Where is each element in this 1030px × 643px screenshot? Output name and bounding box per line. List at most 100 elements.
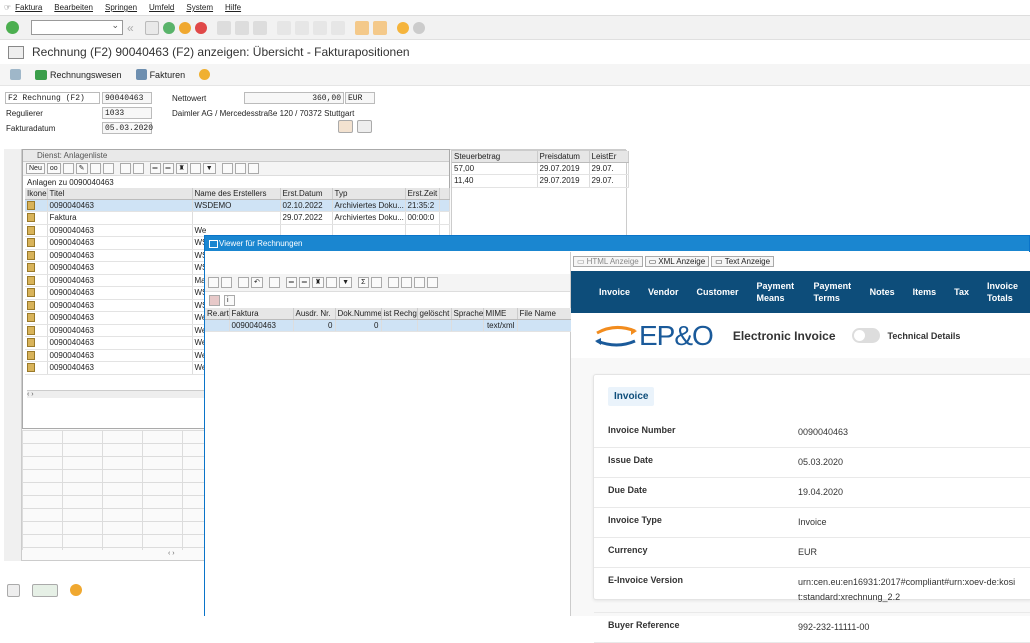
first-page-icon[interactable]	[277, 20, 291, 35]
print-icon[interactable]	[221, 163, 233, 174]
col-header[interactable]: Sprache	[451, 308, 484, 320]
tab-xml[interactable]: ▭ XML Anzeige	[644, 256, 710, 267]
delete-icon[interactable]	[238, 277, 249, 288]
nav-item[interactable]: Notes	[861, 286, 904, 298]
col-leisterst[interactable]: LeistEr	[589, 151, 629, 163]
col-header[interactable]: Re.art	[205, 308, 230, 320]
sort-asc-icon[interactable]: ═	[149, 163, 161, 174]
find-icon[interactable]: ♜	[175, 163, 188, 174]
help-icon[interactable]	[397, 21, 409, 34]
layout-icon[interactable]	[427, 277, 439, 288]
col-steuerbetrag[interactable]: Steuerbetrag	[452, 151, 538, 163]
copy-icon[interactable]	[62, 163, 74, 174]
rechnungswesen-button[interactable]: Rechnungswesen	[35, 69, 122, 80]
sap-menu-icon[interactable]: ☞	[4, 3, 11, 12]
col-erst-zeit[interactable]: Erst.Zeit	[405, 188, 440, 200]
menu-faktura[interactable]: Faktura	[15, 3, 42, 12]
col-ersteller[interactable]: Name des Erstellers	[192, 188, 281, 200]
exit-icon[interactable]	[179, 21, 191, 34]
col-header[interactable]: MIME	[483, 308, 518, 320]
cancel-icon[interactable]	[195, 21, 207, 34]
tab-text[interactable]: ▭ Text Anzeige	[711, 256, 775, 267]
nav-item[interactable]: Customer	[688, 286, 748, 298]
nav-item[interactable]: Vendor	[639, 286, 688, 298]
tab-html[interactable]: ▭ HTML Anzeige	[573, 256, 643, 267]
grid-scroll-controls[interactable]: ‹ ›	[168, 550, 204, 560]
table-row[interactable]: 57,00 29.07.2019 29.07.	[452, 162, 629, 175]
nav-item[interactable]: Tax	[945, 286, 978, 298]
col-erst-datum[interactable]: Erst.Datum	[280, 188, 333, 200]
find-icon[interactable]	[235, 20, 249, 35]
info-icon[interactable]: i	[224, 295, 235, 306]
menu-bearbeiten[interactable]: Bearbeiten	[54, 3, 93, 12]
sort-desc-icon[interactable]: ═	[162, 163, 174, 174]
col-header[interactable]: Dok.Nummer	[335, 308, 382, 320]
col-header[interactable]: File Name	[517, 308, 572, 320]
prev-page-icon[interactable]	[295, 20, 309, 35]
table-row[interactable]: 0090040463 WSDEMO 02.10.2022 Archiviertes D…	[25, 199, 450, 212]
technical-details-toggle[interactable]	[851, 328, 880, 343]
compare-icon[interactable]	[32, 584, 58, 597]
undo-icon[interactable]: ↶	[251, 277, 263, 288]
next-page-icon[interactable]	[313, 20, 327, 35]
print-icon[interactable]	[217, 20, 231, 35]
nav-item[interactable]: Payment Terms	[805, 280, 861, 304]
doctype-select[interactable]: F2 Rechnung (F2)	[5, 92, 100, 104]
col-ikone[interactable]: Ikone	[25, 188, 48, 200]
export-list-icon[interactable]	[234, 163, 246, 174]
status-coin-icon[interactable]	[70, 584, 82, 596]
partner-icon[interactable]	[338, 120, 353, 133]
col-header[interactable]: ist Rechg.	[381, 308, 418, 320]
table-row[interactable]: Faktura 29.07.2022 Archiviertes Doku... 00:…	[25, 211, 450, 225]
col-titel[interactable]: Titel	[47, 188, 193, 200]
menu-toggle-icon[interactable]	[8, 45, 24, 59]
delete-icon[interactable]	[89, 163, 101, 174]
col-header[interactable]: Faktura	[229, 308, 294, 320]
fakturen-button[interactable]: Fakturen	[135, 69, 185, 80]
display-doc-button[interactable]	[10, 69, 21, 80]
back-icon[interactable]: «	[127, 21, 141, 35]
export-icon[interactable]	[102, 163, 114, 174]
preview-icon[interactable]	[401, 277, 413, 288]
report-icon[interactable]	[7, 584, 20, 597]
details-icon[interactable]	[132, 163, 144, 174]
enter-icon[interactable]	[6, 21, 19, 34]
nav-item[interactable]: Invoice	[571, 286, 639, 298]
find-next-icon[interactable]	[326, 277, 338, 288]
chart-icon[interactable]	[209, 295, 220, 306]
col-typ[interactable]: Typ	[332, 188, 406, 200]
details-icon[interactable]	[268, 277, 280, 288]
nav-item[interactable]: Invoice Totals	[978, 280, 1030, 304]
col-preisdatum[interactable]: Preisdatum	[537, 151, 590, 163]
command-field[interactable]	[31, 20, 123, 35]
new-button[interactable]: Neu	[26, 163, 45, 174]
menu-umfeld[interactable]: Umfeld	[149, 3, 174, 12]
menu-springen[interactable]: Springen	[105, 3, 137, 12]
sort-asc-icon[interactable]: ═	[285, 277, 297, 288]
nav-item[interactable]: Payment Means	[748, 280, 805, 304]
status-button[interactable]	[199, 69, 211, 80]
table-row[interactable]: 0090040463 0 0 text/xml	[205, 319, 572, 332]
copy-icon[interactable]	[221, 277, 232, 288]
nav-item[interactable]: Items	[904, 286, 946, 298]
subtotal-icon[interactable]	[371, 277, 383, 288]
shortcut-icon[interactable]	[373, 20, 387, 35]
save-icon[interactable]	[145, 20, 159, 35]
print-icon[interactable]	[388, 277, 400, 288]
sum-icon[interactable]: Σ	[358, 277, 370, 288]
filter-icon[interactable]: ▼	[202, 163, 216, 174]
menu-hilfe[interactable]: Hilfe	[225, 3, 241, 12]
menu-system[interactable]: System	[186, 3, 213, 12]
new-session-icon[interactable]	[355, 20, 369, 35]
col-header[interactable]: Ausdr. Nr.	[293, 308, 336, 320]
settings-icon[interactable]	[413, 21, 425, 34]
table-row[interactable]: 11,40 29.07.2019 29.07.	[452, 174, 629, 188]
filter-icon[interactable]: ▼	[339, 277, 353, 288]
find-icon[interactable]: ♜	[311, 277, 325, 288]
view-icon[interactable]	[208, 277, 219, 288]
last-page-icon[interactable]	[331, 20, 345, 35]
col-header[interactable]: gelöscht	[417, 308, 452, 320]
sort-desc-icon[interactable]: ═	[298, 277, 310, 288]
find-next-icon[interactable]	[189, 163, 201, 174]
upload-icon[interactable]	[357, 120, 372, 133]
